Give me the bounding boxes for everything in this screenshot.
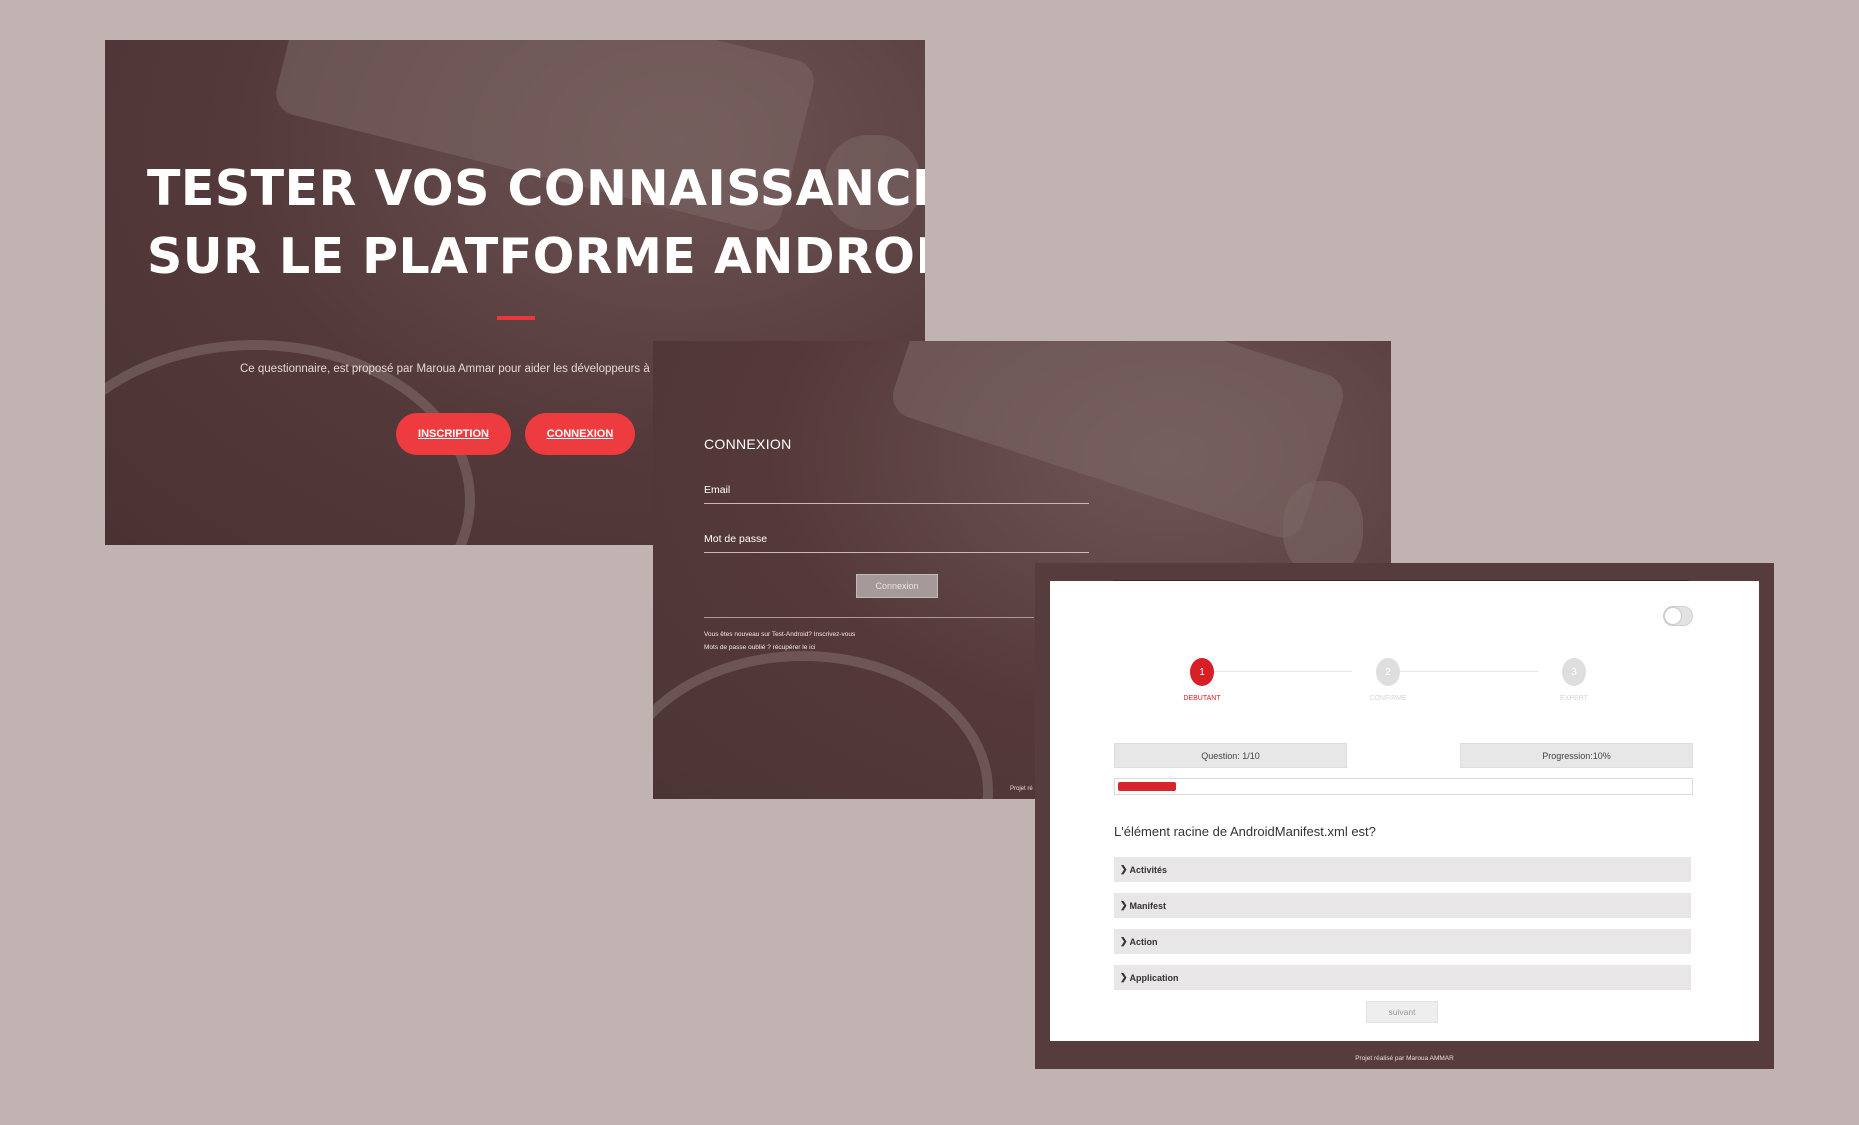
answer-option[interactable]: ❯ Action — [1114, 929, 1691, 954]
signup-button[interactable]: INSCRIPTION — [396, 413, 511, 455]
password-label: Mot de passe — [704, 533, 768, 545]
quiz-screen: 1 DEBUTANT 2 CONFIRME 3 EXPERT Question:… — [1035, 563, 1774, 1069]
hero-title-line-2: SUR LE PLATFORME ANDROID — [147, 228, 925, 285]
login-footer: Projet ré — [1010, 786, 1033, 792]
password-field[interactable] — [704, 552, 1089, 553]
chevron-right-icon: ❯ — [1120, 900, 1128, 910]
answer-option[interactable]: ❯ Manifest — [1114, 893, 1691, 918]
step-2-circle[interactable]: 2 — [1376, 658, 1400, 686]
question-counter: Question: 1/10 — [1114, 743, 1347, 768]
answer-label: Activités — [1129, 864, 1168, 875]
toggle-knob — [1665, 608, 1681, 624]
progress-bar — [1114, 778, 1693, 795]
hero-title-line-1: TESTER VOS CONNAISSANCES — [147, 160, 925, 217]
mouse-background-shape — [1283, 481, 1363, 576]
login-title: CONNEXION — [704, 436, 792, 452]
next-button[interactable]: suivant — [1366, 1001, 1438, 1023]
chevron-right-icon: ❯ — [1120, 936, 1128, 946]
chevron-right-icon: ❯ — [1120, 864, 1128, 874]
login-button[interactable]: CONNEXION — [525, 413, 635, 455]
title-separator — [497, 316, 535, 320]
divider — [704, 617, 1034, 618]
step-2-label: CONFIRME — [1369, 695, 1407, 702]
answer-option[interactable]: ❯ Activités — [1114, 857, 1691, 882]
answer-label: Manifest — [1129, 900, 1167, 911]
step-3-label: EXPERT — [1560, 695, 1588, 702]
answer-option[interactable]: ❯ Application — [1114, 965, 1691, 990]
step-3-circle[interactable]: 3 — [1562, 658, 1586, 686]
quiz-card: 1 DEBUTANT 2 CONFIRME 3 EXPERT Question:… — [1050, 581, 1759, 1041]
laptop-background-shape — [887, 341, 1349, 544]
step-connector — [1388, 671, 1538, 672]
question-text: L'élément racine de AndroidManifest.xml … — [1114, 824, 1376, 839]
email-field[interactable] — [704, 503, 1089, 504]
progress-bar-fill — [1118, 782, 1176, 791]
forgot-password-link[interactable]: Mots de passe oublié ? récupérer le ici — [704, 644, 815, 651]
chevron-right-icon: ❯ — [1120, 972, 1128, 982]
chair-background-shape — [653, 651, 993, 799]
answer-label: Application — [1129, 972, 1179, 983]
signup-link[interactable]: Vous êtes nouveau sur Test-Android? Insc… — [704, 631, 855, 638]
quiz-footer: Projet réalisé par Maroua AMMAR — [1355, 1055, 1454, 1062]
hero-title: TESTER VOS CONNAISSANCES SUR LE PLATFORM… — [147, 155, 925, 291]
step-1-circle[interactable]: 1 — [1190, 658, 1214, 686]
step-1-label: DEBUTANT — [1183, 695, 1221, 702]
email-label: Email — [704, 484, 731, 496]
step-connector — [1202, 671, 1352, 672]
progression-label: Progression:10% — [1460, 743, 1693, 768]
answer-label: Action — [1129, 936, 1158, 947]
login-submit-button[interactable]: Connexion — [856, 574, 938, 598]
theme-toggle[interactable] — [1663, 606, 1693, 626]
